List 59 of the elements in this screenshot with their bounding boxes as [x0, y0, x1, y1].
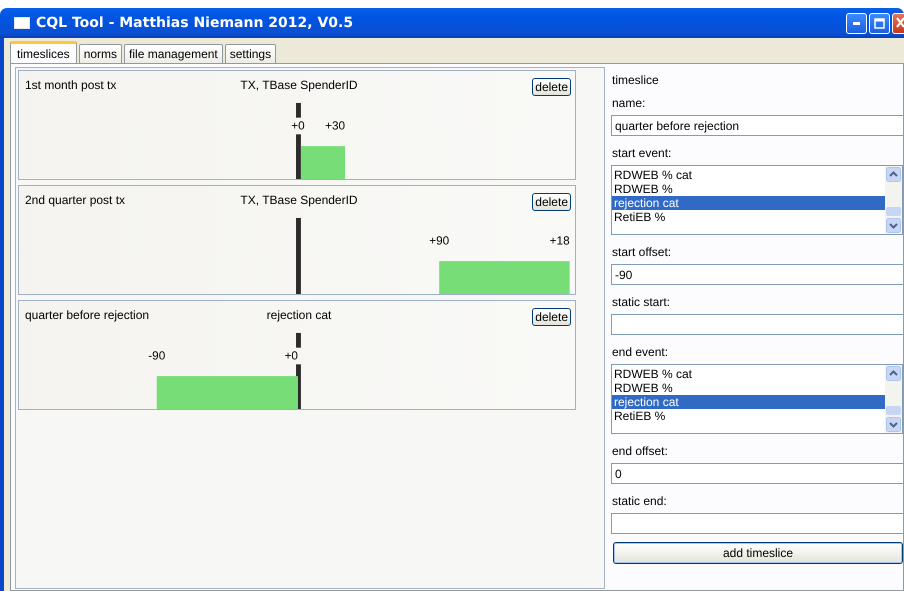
tab[interactable]: norms — [78, 44, 122, 63]
input-field[interactable]: -90 — [611, 264, 903, 285]
event-name: TX, TBase SpenderID — [240, 78, 358, 92]
offset-label: +30 — [325, 118, 346, 132]
scroll-up-icon[interactable] — [886, 167, 901, 182]
tab[interactable]: file management — [124, 44, 223, 63]
field-label: start offset: — [612, 245, 672, 258]
maximize-icon — [874, 18, 885, 28]
field-label: end event: — [612, 345, 670, 358]
event-listbox[interactable]: RDWEB % cat RDWEB % rejection cat RetiEB % — [611, 165, 903, 235]
input-field[interactable] — [611, 513, 903, 534]
input-field[interactable]: 0 — [611, 463, 903, 484]
scrollbar[interactable] — [885, 166, 902, 234]
event-name: rejection cat — [266, 308, 332, 322]
offset-label: +0 — [291, 118, 305, 132]
delete-button[interactable]: delete — [532, 193, 571, 211]
list-item[interactable]: RDWEB % — [612, 182, 885, 196]
field-label: start event: — [612, 146, 672, 159]
timeslice-bar — [300, 146, 346, 179]
minimize-icon — [852, 22, 860, 24]
offset-label: -90 — [148, 348, 166, 362]
field-label: name: — [612, 96, 646, 109]
list-item[interactable]: RDWEB % — [612, 381, 885, 395]
tab[interactable]: settings — [224, 44, 276, 63]
event-listbox[interactable]: RDWEB % cat RDWEB % rejection cat RetiEB % — [611, 364, 903, 434]
list-item[interactable]: RDWEB % cat — [612, 168, 885, 182]
input-field[interactable]: quarter before rejection — [611, 115, 903, 136]
section-heading: timeslice — [612, 73, 660, 86]
close-button[interactable] — [892, 12, 904, 34]
timeslice-name: 1st month post tx — [25, 78, 118, 92]
timeslice-name: quarter before rejection — [25, 308, 150, 322]
list-item[interactable]: rejection cat — [612, 395, 885, 409]
list-item[interactable]: RetiEB % — [612, 409, 885, 423]
scroll-up-icon[interactable] — [886, 366, 901, 381]
scroll-thumb[interactable] — [886, 406, 901, 415]
scroll-down-icon[interactable] — [886, 417, 901, 432]
timeslice-name: 2nd quarter post tx — [25, 193, 126, 207]
window-icon — [14, 17, 30, 29]
delete-button[interactable]: delete — [532, 78, 571, 96]
window-title: CQL Tool - Matthias Niemann 2012, V0.5 — [36, 15, 354, 31]
tab[interactable]: timeslices — [10, 41, 77, 63]
offset-label: +0 — [284, 348, 298, 362]
field-label: static start: — [612, 295, 672, 308]
scroll-down-icon[interactable] — [886, 218, 901, 233]
add-timeslice-button[interactable]: add timeslice — [613, 542, 903, 564]
list-item[interactable]: rejection cat — [612, 196, 885, 210]
list-item[interactable]: RDWEB % cat — [612, 367, 885, 381]
offset-label: +90 — [429, 234, 450, 247]
offset-label: +18 — [550, 234, 570, 247]
scroll-thumb[interactable] — [886, 207, 901, 216]
minimize-button[interactable] — [846, 12, 867, 34]
delete-button[interactable]: delete — [532, 308, 571, 326]
event-name: TX, TBase SpenderID — [240, 193, 358, 207]
field-label: static end: — [612, 494, 668, 507]
list-item[interactable]: RetiEB % — [612, 210, 885, 224]
field-label: end offset: — [612, 444, 669, 457]
maximize-button[interactable] — [869, 12, 890, 34]
scrollbar[interactable] — [885, 365, 902, 433]
input-field[interactable] — [611, 314, 903, 335]
